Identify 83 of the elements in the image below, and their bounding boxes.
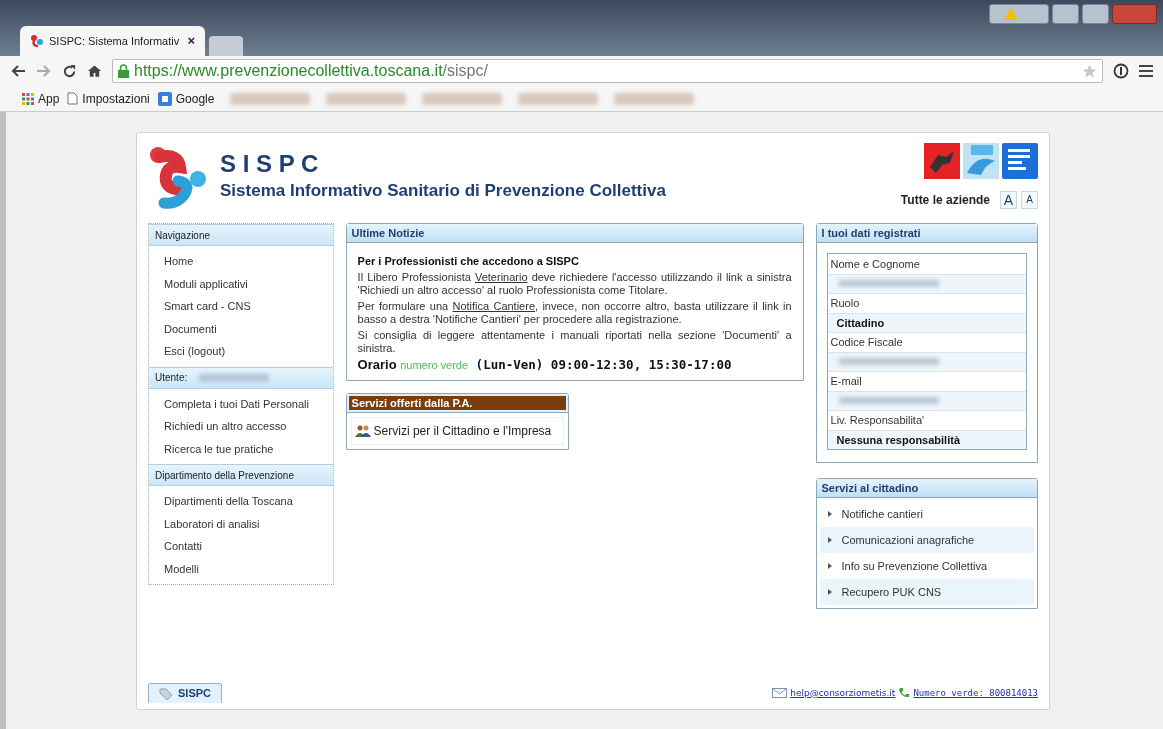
bookmark-link[interactable]: App [22,89,60,108]
blurred-bookmark[interactable] [230,92,311,105]
decrease-font-button[interactable]: A [1021,191,1038,209]
panel-title: Servizi offerti dalla P.A. [351,395,473,411]
sidebar-link[interactable]: Home [149,250,333,273]
triangle-bullet-icon [827,589,832,595]
triangle-bullet-icon [827,563,832,569]
page-icon [67,92,79,105]
blurred-bookmark[interactable] [518,92,599,105]
sidebar-link[interactable]: Dipartimenti della Toscana [149,490,333,513]
email-link[interactable]: help@consorziometis.it [790,686,896,700]
sidebar-link[interactable]: Contatti [149,535,333,558]
news-paragraph: Si consiglia di leggere attentamente i manuali riportati nella sezione 'Documenti' a sinistra. [357,329,792,355]
back-icon[interactable] [10,64,26,78]
site-title: S I S P C [220,149,320,179]
citizen-service-link[interactable]: Recupero PUK CNS [819,579,1034,605]
phone-link[interactable]: Numero verde: 800814013 [913,686,1038,700]
people-icon [354,425,371,437]
hours-text: Orario numero verde (Lun-Ven) 09:00-12:30, 15:30-17:00 [357,358,733,372]
field-label: Ruolo [830,296,860,311]
warning-button[interactable] [989,4,1049,24]
sidebar-link[interactable]: Documenti [149,317,333,340]
site-subtitle: Sistema Informativo Sanitario di Prevenzione Collettiva [220,180,666,202]
blurred-username [199,373,270,382]
star-icon[interactable] [1082,63,1097,79]
sidebar-link[interactable]: Ricerca le tue pratiche [149,437,333,460]
service-link[interactable]: Servizi per il Cittadino e l'Impresa [350,417,564,445]
home-icon[interactable] [87,64,102,78]
blurred-bookmark[interactable] [614,92,695,105]
site-logo-icon [30,34,44,48]
tab-title: SISPC: Sistema Informativ [49,33,180,49]
address-field[interactable]: https://www.prevenzionecollettiva.toscana.it/sispc/ [112,59,1103,83]
sidebar-link[interactable]: Smart card - CNS [149,295,333,318]
region-logo-icon [924,143,960,179]
section-title: Navigazione [155,228,211,243]
sidebar-link[interactable]: Laboratori di analisi [149,512,333,535]
news-link[interactable]: Notifica Cantiere [452,300,536,312]
apps-grid-icon [22,92,34,105]
tag-icon [159,687,173,700]
sidebar-link[interactable]: Completa i tuoi Dati Personali [149,392,333,415]
sidebar-link[interactable]: Moduli applicativi [149,272,333,295]
panel-title: Ultime Notizie [351,225,425,241]
lock-icon [118,64,129,78]
bookmark-link[interactable]: Google [157,89,215,108]
sidebar-link[interactable]: Esci (logout) [149,340,333,363]
news-link[interactable]: Veterinario [474,271,528,283]
bookmark-link[interactable]: Impostazioni [67,89,150,108]
triangle-bullet-icon [827,537,832,543]
sidebar-link[interactable]: Richiedi un altro accesso [149,415,333,438]
browser-tab[interactable]: SISPC: Sistema Informativ × [20,26,205,56]
maximize-button[interactable] [1082,4,1109,24]
reload-icon[interactable] [62,63,77,79]
field-value: Nessuna responsabilità [835,432,960,448]
google-icon [157,91,172,106]
blurred-bookmark[interactable] [422,92,503,105]
field-label: Codice Fiscale [830,335,903,350]
section-title: Utente: [155,371,188,385]
panel-title: Servizi al cittadino [821,480,919,496]
news-heading: Per i Professionisti che accedono a SISPC [357,255,580,268]
warning-icon [1004,8,1018,20]
panel-title: I tuoi dati registrati [821,225,921,241]
extension-icon[interactable] [1113,63,1129,79]
citizen-service-link[interactable]: Comunicazioni anagrafiche [819,527,1034,553]
field-label: Liv. Responsabilita' [830,413,925,428]
companies-label: Tutte le aziende [900,192,990,209]
mail-icon [772,688,788,699]
triangle-bullet-icon [827,511,832,517]
close-window-button[interactable] [1112,4,1157,24]
phone-icon [898,687,911,700]
news-paragraph: Per formulare una Notifica Cantiere, invece, non occorre altro, basta utilizzare il link in basso a destra 'Notifiche Cantieri' per procedere alla registrazione. [357,300,792,326]
forward-icon[interactable] [36,64,52,78]
increase-font-button[interactable]: A [1000,191,1017,209]
section-title: Dipartimento della Prevenzione [155,468,294,483]
news-paragraph: Il Libero Professionista Veterinario deve richiedere l'accesso utilizzando il link a sinistra 'Richiedi un altro accesso' al ruolo Professionista come Titolare. [357,271,792,297]
sidebar-link[interactable]: Modelli [149,557,333,580]
close-tab-icon[interactable]: × [187,31,195,51]
minimize-button[interactable] [1052,4,1079,24]
blurred-bookmark[interactable] [326,92,407,105]
field-value: Cittadino [835,315,885,331]
field-label: E-mail [830,374,862,389]
footer-tab[interactable]: SISPC [148,683,222,703]
menu-icon[interactable] [1139,65,1153,77]
field-label: Nome e Cognome [830,256,920,272]
